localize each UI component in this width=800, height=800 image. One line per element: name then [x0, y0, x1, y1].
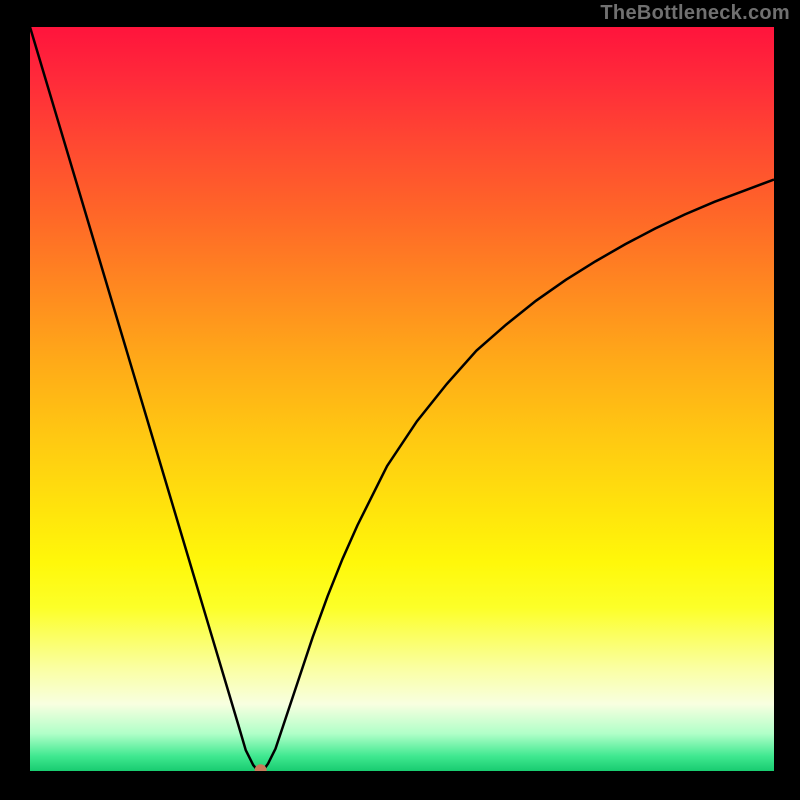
- watermark-text: TheBottleneck.com: [600, 2, 790, 25]
- minimum-marker: [255, 764, 267, 771]
- bottleneck-curve: [30, 27, 774, 770]
- chart-svg: [30, 27, 774, 771]
- chart-plot-area: [30, 27, 774, 771]
